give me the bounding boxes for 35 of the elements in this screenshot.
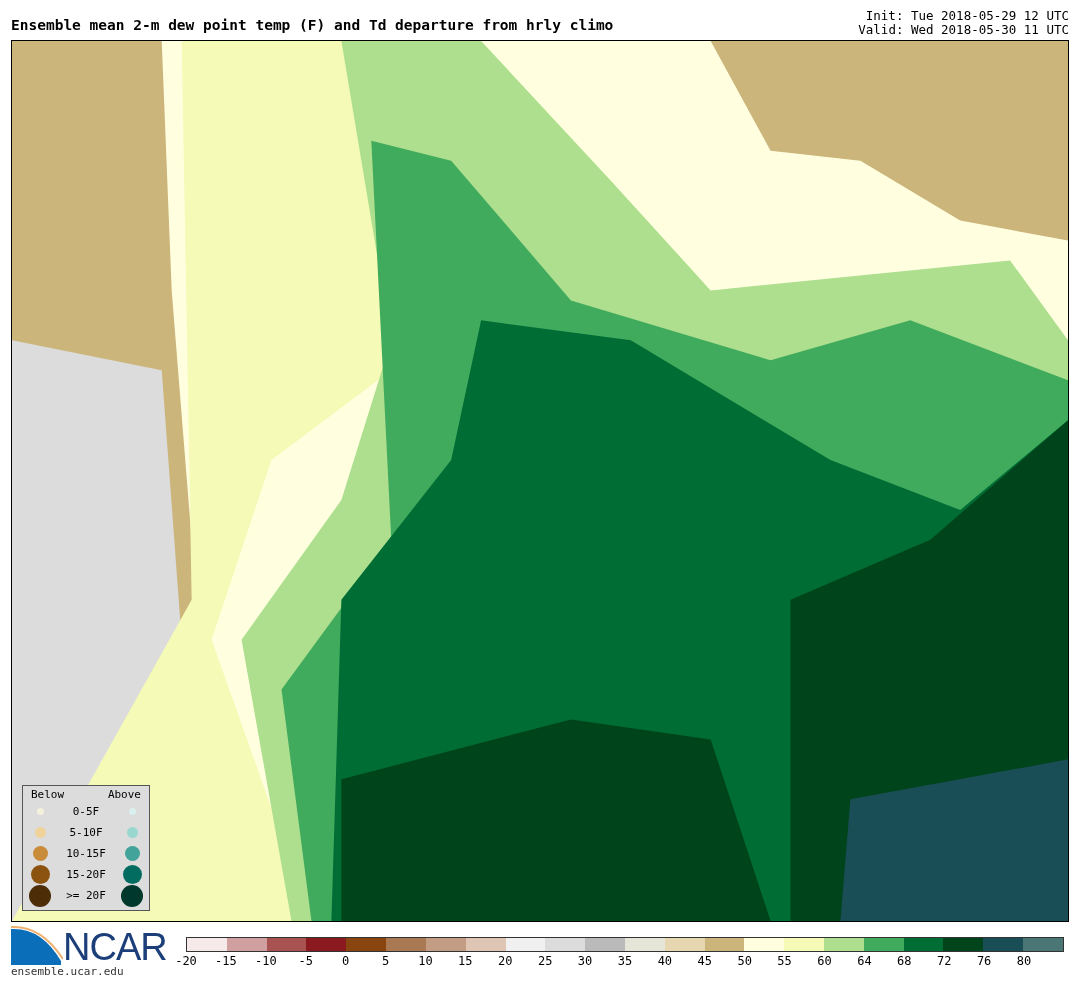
colorbar-tick-label: 60 — [817, 954, 832, 968]
colorbar-tick-label: 45 — [697, 954, 712, 968]
colorbar-tick-label: 15 — [458, 954, 473, 968]
colorbar-tick-label: -20 — [175, 954, 197, 968]
website-text: ensemble.ucar.edu — [11, 965, 125, 978]
colorbar-tick-label: 76 — [976, 954, 992, 968]
colorbar-tick-label: -10 — [254, 954, 277, 968]
colorbar-tick-label: 64 — [857, 954, 872, 968]
legend-heading: Above — [107, 788, 141, 801]
swoosh-icon — [11, 925, 63, 965]
legend-label: 10-15F — [65, 847, 107, 860]
colorbar-tick-label: 25 — [537, 954, 553, 968]
legend-label: 0-5F — [71, 805, 101, 818]
valid-time: Valid: Wed 2018-05-30 11 UTC — [858, 23, 1069, 37]
legend-label: 5-10F — [68, 826, 104, 839]
colorbar-tick-label: -5 — [298, 954, 313, 968]
legend-heading: Below — [31, 788, 65, 801]
colorbar-tick-label: 72 — [937, 954, 952, 968]
colorbar-tick-label: 55 — [777, 954, 792, 968]
colorbar-tick-label: 0 — [342, 954, 350, 968]
colorbar-tick-label: 10 — [418, 954, 433, 968]
colorbar-tick-label: 68 — [897, 954, 912, 968]
colorbar-tick-label: 35 — [617, 954, 633, 968]
colorbar-tick-label: 80 — [1016, 954, 1032, 968]
colorbar-tick-label: 40 — [657, 954, 673, 968]
colorbar-tick-label: 30 — [577, 954, 593, 968]
legend-label: 15-20F — [65, 868, 107, 881]
legend-label: >= 20F — [65, 889, 107, 902]
colorbar-tick-label: 5 — [381, 954, 390, 968]
logo-text: NCAR — [63, 929, 167, 965]
colorbar-tick-label: 50 — [737, 954, 752, 968]
colorbar-tick-label: -15 — [215, 954, 237, 968]
colorbar-tick-label: 20 — [498, 954, 513, 968]
chart-title: Ensemble mean 2-m dew point temp (F) and Td departure from hrly climo — [11, 17, 614, 35]
init-time: Init: Tue 2018-05-29 12 UTC — [864, 9, 1069, 23]
